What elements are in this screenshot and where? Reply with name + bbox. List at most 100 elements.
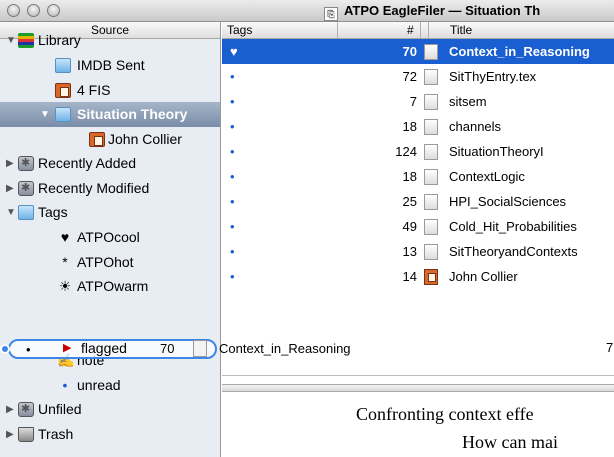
document-icon: [424, 169, 438, 185]
sidebar-item-label: 4 FIS: [77, 82, 111, 98]
table-row[interactable]: • 124 SituationTheoryI: [222, 139, 614, 164]
sidebar-item-label: Recently Added: [38, 155, 137, 171]
disclosure-triangle-expanded-icon[interactable]: ▼: [40, 102, 50, 127]
table-row[interactable]: • 18 channels: [222, 114, 614, 139]
sidebar-item-note[interactable]: ✍ note: [0, 348, 220, 373]
table-row[interactable]: • 72 SitThyEntry.tex: [222, 64, 614, 89]
disclosure-triangle-collapsed-icon[interactable]: ▶: [6, 151, 14, 176]
disclosure-triangle-expanded-icon[interactable]: ▼: [6, 28, 16, 53]
disclosure-triangle-collapsed-icon[interactable]: ▶: [6, 397, 14, 422]
row-tag-icon: •: [230, 169, 235, 184]
trash-icon: [18, 427, 34, 442]
table-row[interactable]: • 13 SitTheoryandContexts: [222, 239, 614, 264]
tag-glyph-icon: •: [62, 377, 68, 393]
row-tag-icon: •: [230, 119, 235, 134]
tags-column-header[interactable]: Tags: [227, 22, 252, 39]
column-divider: [420, 22, 421, 38]
row-number: 7: [409, 94, 417, 109]
table-row[interactable]: ♥ 70 Context_in_Reasoning: [222, 39, 614, 64]
row-tag-icon: •: [230, 219, 235, 234]
tag-glyph-icon: *: [62, 254, 68, 270]
number-column-header[interactable]: #: [407, 22, 414, 39]
preview-line-2: How can mai: [462, 432, 558, 452]
sidebar-item-label: ATPOcool: [77, 229, 140, 245]
sidebar-item-imdb-sent[interactable]: IMDB Sent: [0, 53, 220, 78]
sidebar-item-recently-modified[interactable]: ▶ Recently Modified: [0, 176, 220, 201]
tag-glyph-icon: ✍: [57, 352, 75, 368]
records-list: Tags # Title ♥ 70 Context_in_Reasoning • 72 S…: [222, 22, 614, 310]
close-window-button[interactable]: [7, 4, 20, 17]
row-title: ContextLogic: [449, 169, 525, 184]
sidebar-item-label: unread: [77, 377, 121, 393]
document-icon: [424, 69, 438, 85]
document-icon: [424, 119, 438, 135]
sidebar-item-label: Library: [38, 32, 81, 48]
preview-line-1: Confronting context effe: [356, 404, 534, 424]
tag-glyph-icon: ♥: [60, 229, 70, 245]
table-row[interactable]: • 14 John Collier: [222, 264, 614, 289]
row-title: SitThyEntry.tex: [449, 69, 537, 84]
book-icon: [55, 83, 71, 98]
smart-folder-icon: [18, 397, 34, 422]
document-icon: [424, 44, 438, 60]
book-icon: [89, 132, 105, 147]
table-row[interactable]: • 7 sitsem: [222, 89, 614, 114]
drag-title: Context_in_Reasoning: [219, 341, 351, 356]
sidebar-item-label: Situation Theory: [77, 106, 188, 122]
sidebar-item-unfiled[interactable]: ▶ Unfiled: [0, 397, 220, 422]
table-row[interactable]: • 18 ContextLogic: [222, 164, 614, 189]
row-number: 70: [402, 44, 417, 59]
sidebar-item-recently-added[interactable]: ▶ Recently Added: [0, 151, 220, 176]
sidebar-item-label: Unfiled: [38, 401, 82, 417]
sidebar-item-label: note: [77, 352, 105, 368]
row-title: Cold_Hit_Probabilities: [449, 219, 577, 234]
row-number: 49: [402, 219, 417, 234]
table-row[interactable]: • 25 HPI_SocialSciences: [222, 189, 614, 214]
row-number: 25: [402, 194, 417, 209]
title-bar: ⎘ ATPO EagleFiler — Situation Th: [0, 0, 614, 22]
title-column-header[interactable]: Title: [450, 22, 472, 39]
disclosure-triangle-collapsed-icon[interactable]: ▶: [6, 176, 14, 201]
sidebar-item-library[interactable]: ▼ Library: [0, 28, 220, 53]
split-view-handle[interactable]: [222, 384, 614, 392]
row-tag-icon: •: [230, 69, 235, 84]
drag-tail: 7: [606, 340, 614, 355]
sidebar-item-label: Trash: [38, 426, 74, 442]
document-icon: [424, 194, 438, 210]
sidebar-item-trash[interactable]: ▶ Trash: [0, 422, 220, 447]
zoom-window-button[interactable]: [47, 4, 60, 17]
table-row[interactable]: • 49 Cold_Hit_Probabilities: [222, 214, 614, 239]
row-number: 72: [402, 69, 417, 84]
window-title-text: ATPO EagleFiler — Situation Th: [344, 3, 541, 18]
sidebar-item-4-fis[interactable]: 4 FIS: [0, 78, 220, 103]
sidebar-item-atpocool[interactable]: ♥ ATPOcool: [0, 225, 220, 250]
sidebar-item-atpowarm[interactable]: ☀ ATPOwarm: [0, 274, 220, 299]
minimize-window-button[interactable]: [27, 4, 40, 17]
document-icon: [424, 94, 438, 110]
sidebar-item-label: ATPOhot: [77, 254, 134, 270]
document-icon: [424, 219, 438, 235]
sidebar-item-situation-theory[interactable]: ▼ Situation Theory: [0, 102, 220, 127]
folder-icon: [55, 58, 71, 73]
sidebar-item-tags[interactable]: ▼ Tags: [0, 200, 220, 225]
disclosure-triangle-expanded-icon[interactable]: ▼: [6, 200, 16, 225]
row-number: 18: [402, 119, 417, 134]
row-title: channels: [449, 119, 502, 134]
sidebar-item-label: IMDB Sent: [77, 57, 145, 73]
row-tag-icon: •: [230, 194, 235, 209]
window-title: ⎘ ATPO EagleFiler — Situation Th: [324, 3, 540, 21]
row-title: HPI_SocialSciences: [449, 194, 567, 209]
source-sidebar: Source ▼ Library IMDB Sent 4 FIS ▼ Situation …: [0, 22, 221, 457]
disclosure-triangle-collapsed-icon[interactable]: ▶: [6, 422, 14, 447]
book-icon: [424, 269, 438, 285]
preview-pane: Confronting context effe How can mai: [222, 392, 614, 457]
column-divider: [428, 22, 429, 38]
sidebar-item-atpohot[interactable]: * ATPOhot: [0, 250, 220, 275]
column-divider: [337, 22, 338, 38]
divider: [222, 375, 614, 376]
sidebar-item-john-collier[interactable]: John Collier: [0, 127, 220, 152]
document-proxy-icon[interactable]: ⎘: [324, 7, 338, 21]
sidebar-item-unread[interactable]: • unread: [0, 373, 220, 398]
folder-icon: [55, 107, 71, 122]
document-icon: [424, 144, 438, 160]
